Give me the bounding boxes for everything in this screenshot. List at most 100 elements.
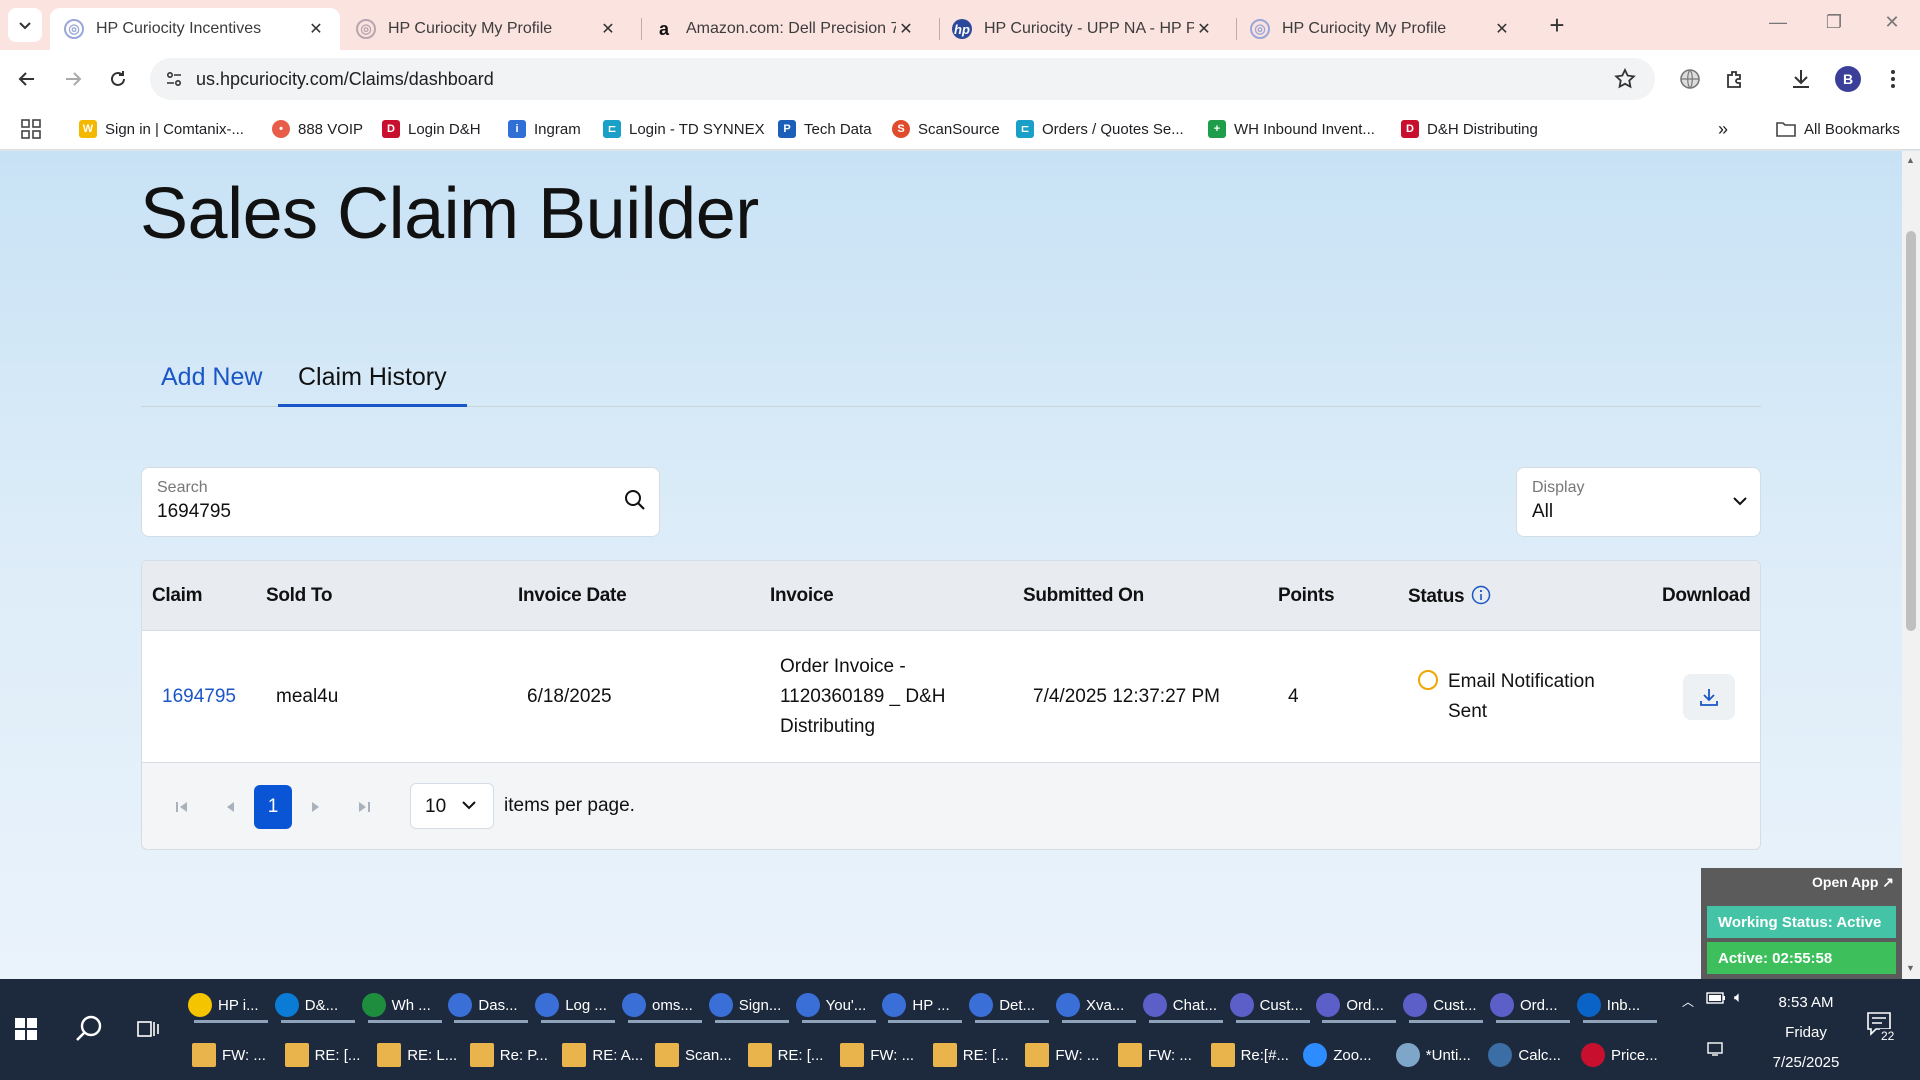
close-window-button[interactable]: ✕: [1872, 12, 1912, 33]
back-button[interactable]: [12, 64, 42, 94]
taskbar-app-button[interactable]: D&...: [274, 985, 361, 1025]
taskbar-app-button[interactable]: Price...: [1581, 1035, 1667, 1075]
column-status[interactable]: Status: [1408, 585, 1491, 608]
column-invoice[interactable]: Invoice: [770, 585, 834, 607]
volume-icon[interactable]: 🔈︎: [1734, 989, 1743, 1006]
taskbar-app-button[interactable]: Cust...: [1229, 985, 1316, 1025]
taskbar-app-button[interactable]: Wh ...: [361, 985, 448, 1025]
search-input[interactable]: Search 1694795: [141, 467, 660, 537]
network-icon[interactable]: [1706, 1041, 1726, 1061]
translate-icon[interactable]: [1675, 64, 1705, 94]
search-icon[interactable]: [623, 488, 647, 517]
taskbar-app-button[interactable]: Ord...: [1490, 985, 1576, 1025]
taskbar-app-button[interactable]: Inb...: [1576, 985, 1663, 1025]
taskbar-app-button[interactable]: FW: ...: [840, 1035, 926, 1075]
tab-add-new[interactable]: Add New: [141, 351, 282, 407]
minimize-button[interactable]: —: [1758, 12, 1798, 33]
browser-tab-hp-curiocity-my-profile[interactable]: ◎ HP Curiocity My Profile ✕: [342, 8, 632, 50]
close-tab-icon[interactable]: ✕: [306, 19, 326, 39]
page-scrollbar[interactable]: ▲ ▼: [1902, 151, 1920, 979]
browser-tab-amazon[interactable]: a Amazon.com: Dell Precision 778 ✕: [640, 8, 930, 50]
taskbar-app-button[interactable]: Scan...: [655, 1035, 741, 1075]
clock[interactable]: 8:53 AM Friday 7/25/2025: [1756, 988, 1856, 1078]
tab-claim-history[interactable]: Claim History: [278, 351, 467, 407]
bookmark-888-voip[interactable]: • 888 VOIP: [272, 116, 363, 142]
browser-tab-hp-curiocity-incentives[interactable]: ◎ HP Curiocity Incentives ✕: [50, 8, 340, 50]
taskbar-app-button[interactable]: *Unti...: [1395, 1035, 1482, 1075]
taskbar-app-button[interactable]: Ord...: [1316, 985, 1402, 1025]
browser-menu-icon[interactable]: [1878, 64, 1908, 94]
scroll-down-icon[interactable]: ▼: [1906, 963, 1915, 973]
show-hidden-icons[interactable]: ︿: [1682, 993, 1694, 1010]
bookmark-orders-quotes[interactable]: ㄷ Orders / Quotes Se...: [1016, 116, 1184, 142]
previous-page-icon[interactable]: [216, 793, 244, 821]
info-icon[interactable]: [1471, 585, 1491, 605]
taskbar-app-button[interactable]: Zoo...: [1303, 1035, 1389, 1075]
bookmark-td-synnex[interactable]: ㄷ Login - TD SYNNEX: [603, 116, 765, 142]
taskbar-app-button[interactable]: RE: [...: [284, 1035, 371, 1075]
browser-tab-hp-curiocity-my-profile-2[interactable]: ◎ HP Curiocity My Profile ✕: [1236, 8, 1526, 50]
profile-button[interactable]: B: [1833, 64, 1863, 94]
column-sold-to[interactable]: Sold To: [266, 585, 332, 607]
column-submitted-on[interactable]: Submitted On: [1023, 585, 1144, 607]
taskbar-app-button[interactable]: FW: ...: [1118, 1035, 1204, 1075]
taskbar-app-button[interactable]: You'...: [795, 985, 882, 1025]
bookmark-ingram[interactable]: i Ingram: [508, 116, 581, 142]
scroll-up-icon[interactable]: ▲: [1906, 155, 1915, 165]
taskbar-app-button[interactable]: Calc...: [1488, 1035, 1574, 1075]
taskbar-app-button[interactable]: oms...: [622, 985, 708, 1025]
windows-start-icon[interactable]: [14, 1017, 38, 1046]
reload-button[interactable]: [103, 64, 133, 94]
bookmark-dh-distributing[interactable]: D D&H Distributing: [1401, 116, 1538, 142]
taskbar-app-button[interactable]: Sign...: [708, 985, 795, 1025]
extensions-icon[interactable]: [1720, 64, 1750, 94]
browser-tab-hp-upp[interactable]: hp HP Curiocity - UPP NA - HP Par ✕: [938, 8, 1228, 50]
claim-link[interactable]: 1694795: [162, 682, 236, 712]
download-button[interactable]: [1683, 674, 1735, 720]
first-page-icon[interactable]: [168, 793, 196, 821]
column-points[interactable]: Points: [1278, 585, 1335, 607]
working-status-badge[interactable]: Working Status: Active: [1707, 906, 1896, 938]
site-settings-icon[interactable]: [164, 69, 184, 94]
taskbar-app-button[interactable]: FW: ...: [1025, 1035, 1111, 1075]
taskbar-app-button[interactable]: Das...: [448, 985, 534, 1025]
bookmark-scansource[interactable]: S ScanSource: [892, 116, 1000, 142]
new-tab-button[interactable]: +: [1542, 10, 1572, 40]
restore-button[interactable]: ❐: [1814, 12, 1854, 33]
tab-search-button[interactable]: [8, 8, 42, 42]
taskbar-app-button[interactable]: Re:[#...: [1210, 1035, 1297, 1075]
page-number-current[interactable]: 1: [254, 785, 292, 829]
page-size-select[interactable]: 10: [410, 783, 494, 829]
bookmark-tech-data[interactable]: P Tech Data: [778, 116, 872, 142]
open-app-button[interactable]: Open App ↗: [1812, 874, 1894, 891]
taskbar-search-icon[interactable]: [74, 1014, 104, 1049]
next-page-icon[interactable]: [302, 793, 330, 821]
taskbar-app-button[interactable]: RE: [...: [747, 1035, 834, 1075]
apps-grid-icon[interactable]: [20, 116, 42, 142]
downloads-icon[interactable]: [1786, 64, 1816, 94]
close-tab-icon[interactable]: ✕: [598, 19, 618, 39]
taskbar-app-button[interactable]: RE: L...: [377, 1035, 463, 1075]
taskbar-app-button[interactable]: Log ...: [535, 985, 621, 1025]
close-tab-icon[interactable]: ✕: [1194, 19, 1214, 39]
taskbar-app-button[interactable]: FW: ...: [192, 1035, 278, 1075]
taskbar-app-button[interactable]: Re: P...: [469, 1035, 556, 1075]
close-tab-icon[interactable]: ✕: [1492, 19, 1512, 39]
taskbar-app-button[interactable]: HP ...: [882, 985, 968, 1025]
taskbar-app-button[interactable]: RE: [...: [932, 1035, 1019, 1075]
last-page-icon[interactable]: [350, 793, 378, 821]
taskbar-app-button[interactable]: Chat...: [1142, 985, 1229, 1025]
taskbar-app-button[interactable]: RE: A...: [562, 1035, 648, 1075]
scrollbar-thumb[interactable]: [1906, 231, 1916, 631]
bookmark-star-icon[interactable]: [1613, 67, 1637, 96]
taskbar-app-button[interactable]: HP i...: [188, 985, 274, 1025]
close-tab-icon[interactable]: ✕: [896, 19, 916, 39]
taskbar-app-button[interactable]: Det...: [969, 985, 1055, 1025]
bookmark-wh-inbound[interactable]: + WH Inbound Invent...: [1208, 116, 1375, 142]
all-bookmarks-button[interactable]: All Bookmarks: [1776, 116, 1900, 142]
notification-center-icon[interactable]: 22: [1866, 1009, 1896, 1043]
taskbar-app-button[interactable]: Cust...: [1403, 985, 1489, 1025]
bookmark-comtanix[interactable]: W Sign in | Comtanix-...: [79, 116, 244, 142]
bookmark-login-dh[interactable]: D Login D&H: [382, 116, 481, 142]
battery-icon[interactable]: [1706, 991, 1726, 1009]
